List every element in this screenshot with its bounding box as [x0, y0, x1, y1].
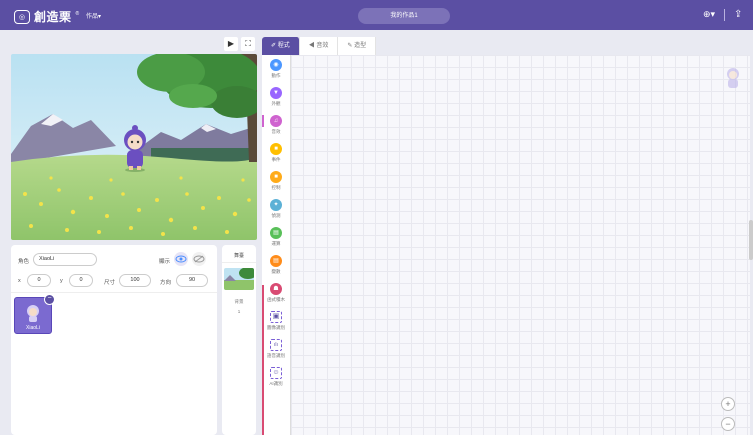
- x-input[interactable]: 0: [27, 274, 51, 287]
- category-motion-label: 動作: [271, 73, 281, 78]
- category-events-label: 事件: [271, 157, 281, 162]
- extension-ai-recognition-label: AI識別: [269, 381, 283, 386]
- y-label: y: [60, 278, 63, 284]
- category-my-blocks[interactable]: ☗ 函式積木: [262, 283, 290, 303]
- category-motion[interactable]: ◉ 動作: [262, 59, 290, 79]
- image-recognition-icon: ▣: [270, 311, 282, 323]
- y-input[interactable]: 0: [69, 274, 93, 287]
- logo-registered-mark: ®: [75, 10, 80, 17]
- logo-badge-icon: ◎: [14, 9, 30, 24]
- category-sound-label: 音效: [271, 129, 281, 134]
- category-control-label: 控制: [271, 185, 281, 190]
- category-indicator-extensions: [262, 285, 264, 435]
- eye-hidden-icon: [193, 255, 205, 263]
- tab-costumes[interactable]: ✎ 造型: [338, 37, 377, 55]
- language-globe-icon[interactable]: ⊕▾: [703, 9, 715, 20]
- operators-icon: ▤: [270, 227, 282, 239]
- category-sensing[interactable]: ✦ 偵測: [262, 199, 290, 219]
- sprite-card[interactable]: XiaoLi −: [14, 294, 55, 334]
- app-logo[interactable]: ◎ 創造栗 ®: [14, 8, 79, 25]
- backdrop-title-divider: [222, 262, 256, 263]
- x-label: x: [18, 278, 21, 284]
- sensing-icon: ✦: [270, 199, 282, 211]
- category-control[interactable]: ■ 控制: [262, 171, 290, 191]
- sprite-watermark-icon: [727, 68, 739, 88]
- size-input[interactable]: 100: [119, 274, 151, 287]
- size-label: 尺寸: [104, 280, 116, 286]
- show-visible-button[interactable]: [174, 252, 188, 266]
- xiaoli-thumbnail: [27, 305, 39, 322]
- extension-image-recognition-label: 圖像識別: [267, 325, 285, 330]
- project-title-field[interactable]: 我的作品1: [358, 8, 450, 24]
- play-button[interactable]: ▶: [224, 37, 238, 51]
- category-looks[interactable]: ▼ 外觀: [262, 87, 290, 107]
- category-events[interactable]: ■ 事件: [262, 143, 290, 163]
- control-icon: ■: [270, 171, 282, 183]
- block-categories: ◉ 動作 ▼ 外觀 ♫ 音效 ■ 事件 ■ 控制 ✦ 偵測 ▤ 運算 ▤ 變數 ☗ 函式積木 ▣ 圖…: [262, 55, 291, 435]
- extension-ai-recognition[interactable]: ☺ AI識別: [262, 367, 290, 387]
- extension-speech-recognition-label: 語音識別: [267, 353, 285, 358]
- top-bar: ◎ 創造栗 ® 作品▾ 我的作品1 ⊕▾ ⇪: [0, 0, 753, 30]
- eye-open-icon: [175, 255, 187, 263]
- extension-speech-recognition[interactable]: ılı 語音識別: [262, 339, 290, 359]
- category-looks-label: 外觀: [271, 101, 281, 106]
- stage-scene: [11, 54, 257, 240]
- direction-label: 方向: [160, 280, 172, 286]
- zoom-out-button[interactable]: −: [721, 417, 735, 431]
- works-menu[interactable]: 作品▾: [86, 11, 101, 20]
- sprite-card-name: XiaoLi: [26, 325, 40, 331]
- category-my-blocks-label: 函式積木: [267, 297, 285, 302]
- looks-icon: ▼: [270, 87, 282, 99]
- editor-tabs: ✐ 程式 ◀ 音效 ✎ 造型: [262, 37, 377, 55]
- tab-sounds[interactable]: ◀ 音效: [299, 37, 339, 55]
- hide-sprite-button[interactable]: [192, 252, 206, 266]
- stage-panel-title: 舞臺: [233, 253, 244, 259]
- show-label: 顯示: [159, 259, 171, 265]
- logo-text: 創造栗: [34, 10, 72, 24]
- backdrop-panel: 舞臺 背景 1: [222, 245, 256, 435]
- variables-icon: ▤: [270, 255, 282, 267]
- extension-image-recognition[interactable]: ▣ 圖像識別: [262, 311, 290, 331]
- direction-input[interactable]: 90: [176, 274, 208, 287]
- ai-recognition-icon: ☺: [270, 367, 282, 379]
- backdrop-count: 1: [237, 309, 241, 314]
- my-blocks-icon: ☗: [270, 283, 282, 295]
- category-operators[interactable]: ▤ 運算: [262, 227, 290, 247]
- code-workspace[interactable]: + −: [291, 55, 750, 435]
- backdrop-label: 背景: [234, 299, 244, 304]
- save-upload-icon[interactable]: ⇪: [734, 9, 742, 20]
- role-name-input[interactable]: XiaoLi: [33, 253, 97, 266]
- sprite-list-divider: [11, 292, 217, 293]
- delete-sprite-icon[interactable]: −: [44, 294, 55, 305]
- backdrop-thumbnail[interactable]: [224, 268, 254, 290]
- category-variables-label: 變數: [271, 269, 281, 274]
- topbar-divider: [724, 9, 725, 21]
- category-variables[interactable]: ▤ 變數: [262, 255, 290, 275]
- category-sound[interactable]: ♫ 音效: [262, 115, 290, 135]
- events-icon: ■: [270, 143, 282, 155]
- sound-icon: ♫: [270, 115, 282, 127]
- motion-icon: ◉: [270, 59, 282, 71]
- role-label: 角色: [18, 259, 30, 265]
- speech-recognition-icon: ılı: [270, 339, 282, 351]
- tab-code[interactable]: ✐ 程式: [262, 37, 300, 55]
- sprite-info-panel: 角色 XiaoLi 顯示 x 0 y 0 尺寸 100 方向 90 XiaoLi…: [11, 245, 217, 435]
- fullscreen-button[interactable]: ⛶: [241, 37, 255, 51]
- stage-canvas[interactable]: [11, 54, 257, 240]
- category-sensing-label: 偵測: [271, 213, 281, 218]
- workspace-scrollbar[interactable]: [749, 220, 753, 260]
- category-operators-label: 運算: [271, 241, 281, 246]
- zoom-in-button[interactable]: +: [721, 397, 735, 411]
